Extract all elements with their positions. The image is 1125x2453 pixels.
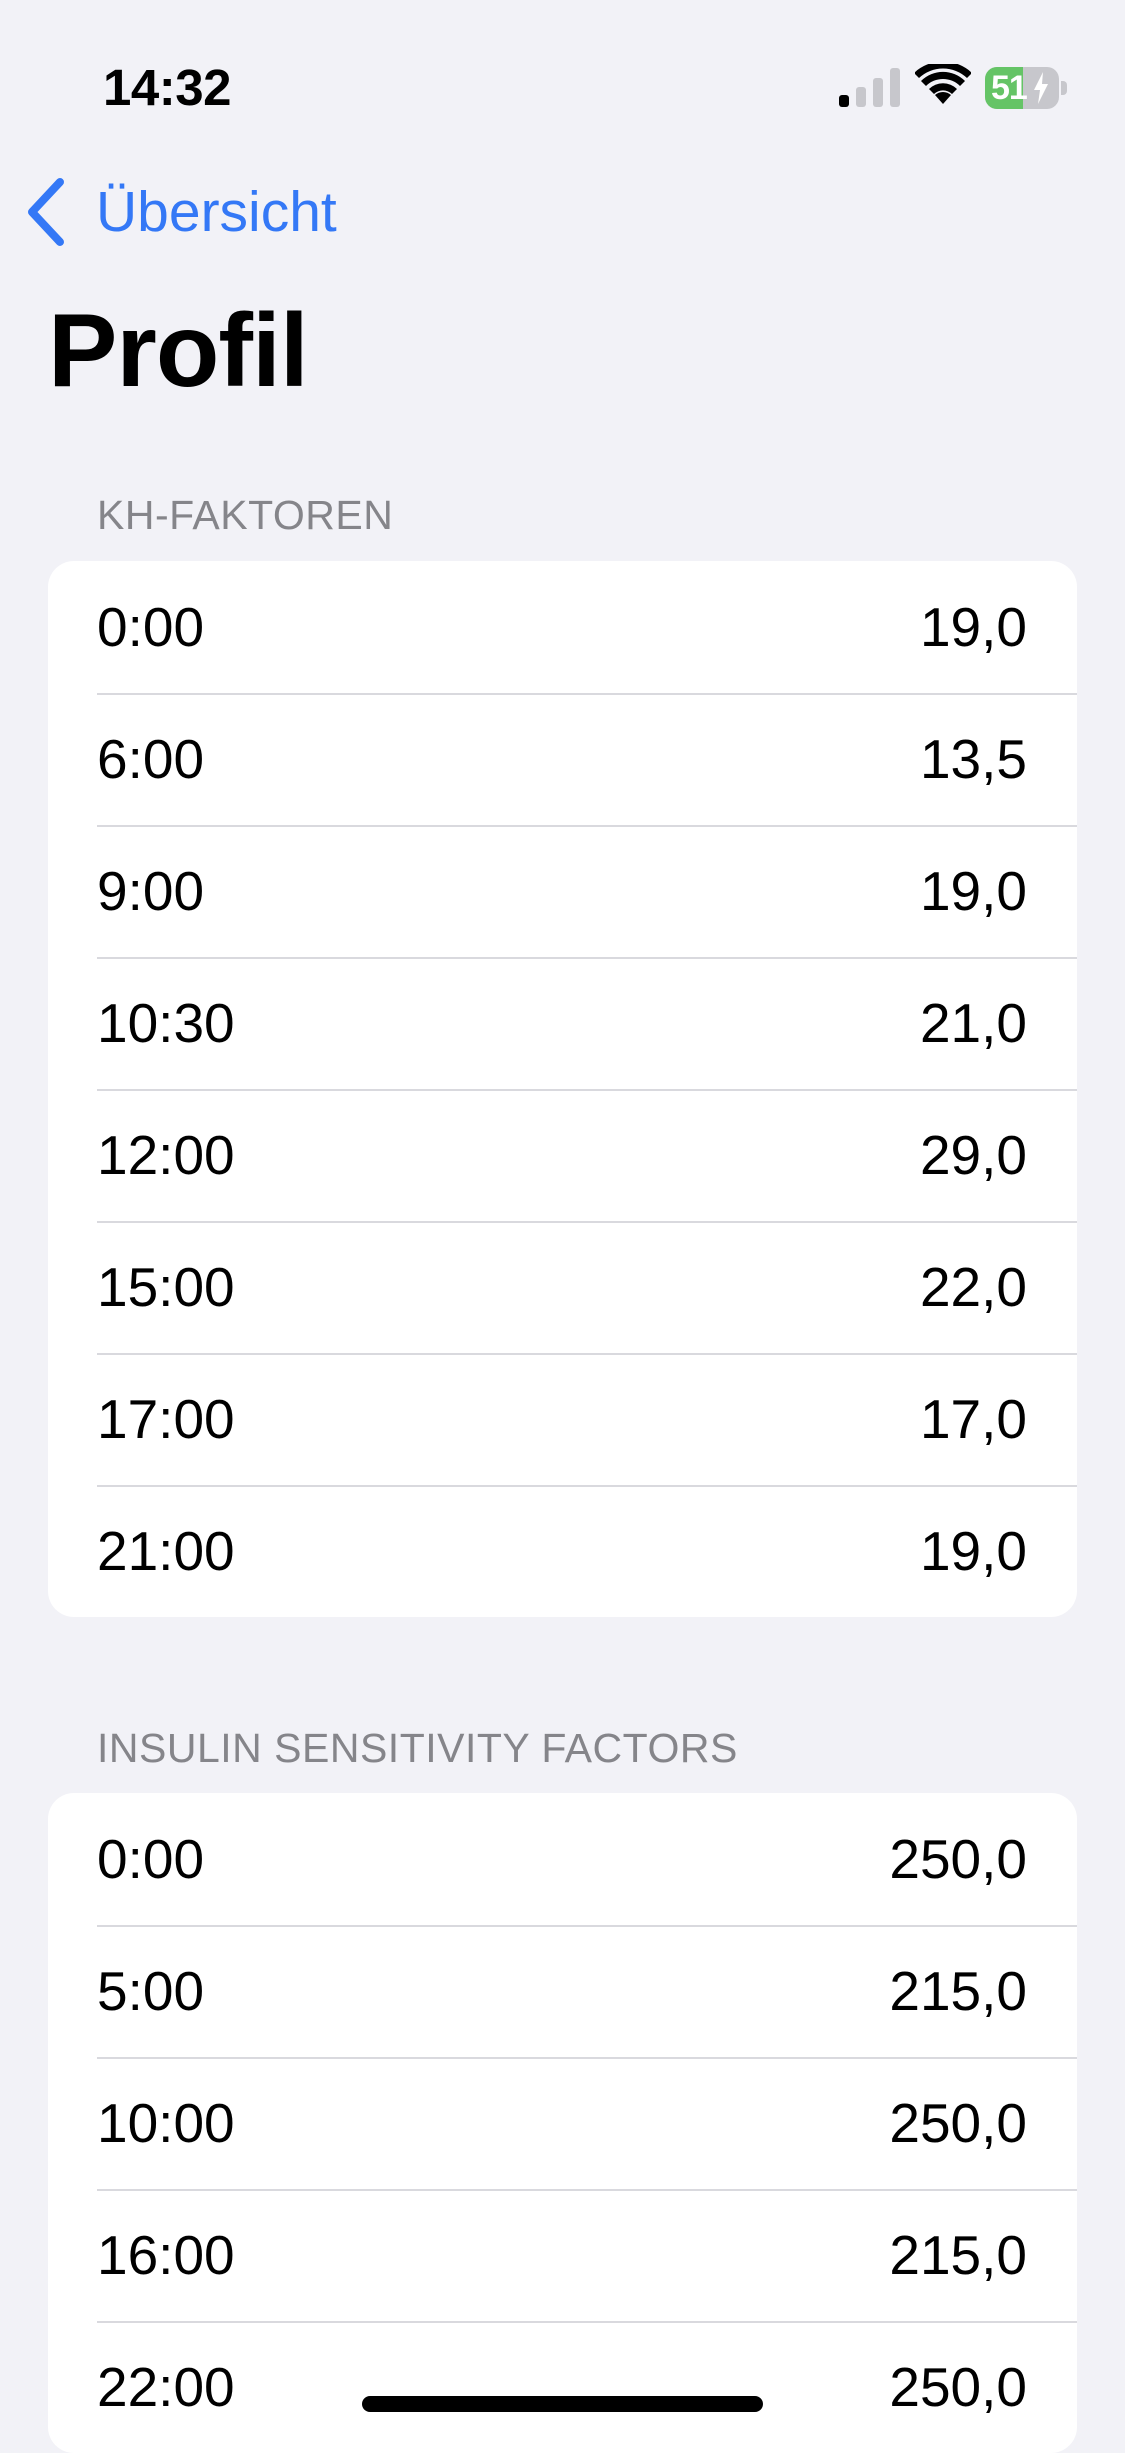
list-row[interactable]: 15:00 22,0 [48,1221,1077,1353]
row-time: 21:00 [97,1520,235,1582]
row-value: 21,0 [919,992,1027,1054]
status-time: 14:32 [103,59,231,116]
row-time: 10:30 [97,992,235,1054]
list-row[interactable]: 17:00 17,0 [48,1353,1077,1485]
row-time: 12:00 [97,1124,235,1186]
row-time: 5:00 [97,1960,205,2022]
status-bar: 14:32 51 [0,0,1125,140]
home-indicator[interactable] [362,2396,763,2412]
section-header-carb-factors: KH-FAKTOREN [97,492,394,538]
row-time: 16:00 [97,2224,235,2286]
insulin-sensitivity-list: 0:00 250,0 5:00 215,0 10:00 250,0 16:00 … [48,1793,1077,2453]
row-time: 10:00 [97,2092,235,2154]
list-row[interactable]: 9:00 19,0 [48,825,1077,957]
list-row[interactable]: 10:00 250,0 [48,2057,1077,2189]
list-row[interactable]: 22:00 250,0 [48,2321,1077,2453]
battery-charging-icon: 51 [985,67,1067,109]
list-row[interactable]: 21:00 19,0 [48,1485,1077,1617]
cellular-signal-icon [839,68,900,107]
row-value: 19,0 [919,860,1027,922]
back-button-label: Übersicht [96,180,337,244]
section-header-insulin-sensitivity: INSULIN SENSITIVITY FACTORS [97,1725,738,1771]
row-value: 19,0 [919,1520,1027,1582]
battery-body: 51 [985,67,1059,109]
row-value: 17,0 [919,1388,1027,1450]
row-time: 0:00 [97,1828,205,1890]
list-row[interactable]: 12:00 29,0 [48,1089,1077,1221]
charging-bolt-icon [1034,72,1048,104]
row-time: 9:00 [97,860,205,922]
row-time: 6:00 [97,728,205,790]
row-time: 17:00 [97,1388,235,1450]
list-row[interactable]: 10:30 21,0 [48,957,1077,1089]
row-value: 250,0 [889,2356,1027,2418]
row-value: 250,0 [889,2092,1027,2154]
row-time: 15:00 [97,1256,235,1318]
list-row[interactable]: 16:00 215,0 [48,2189,1077,2321]
row-time: 22:00 [97,2356,235,2418]
list-row[interactable]: 0:00 250,0 [48,1793,1077,1925]
page-title: Profil [48,293,309,409]
wifi-icon [915,64,971,104]
list-row[interactable]: 6:00 13,5 [48,693,1077,825]
row-value: 13,5 [919,728,1027,790]
row-value: 215,0 [889,2224,1027,2286]
row-value: 19,0 [919,596,1027,658]
carb-factors-list: 0:00 19,0 6:00 13,5 9:00 19,0 10:30 21,0… [48,561,1077,1617]
row-value: 215,0 [889,1960,1027,2022]
back-button[interactable]: Übersicht [24,172,337,252]
list-row[interactable]: 5:00 215,0 [48,1925,1077,2057]
row-time: 0:00 [97,596,205,658]
row-value: 22,0 [919,1256,1027,1318]
row-value: 250,0 [889,1828,1027,1890]
battery-percentage: 51 [991,69,1028,107]
list-row[interactable]: 0:00 19,0 [48,561,1077,693]
chevron-left-icon [28,178,64,246]
row-value: 29,0 [919,1124,1027,1186]
battery-cap [1061,81,1067,95]
